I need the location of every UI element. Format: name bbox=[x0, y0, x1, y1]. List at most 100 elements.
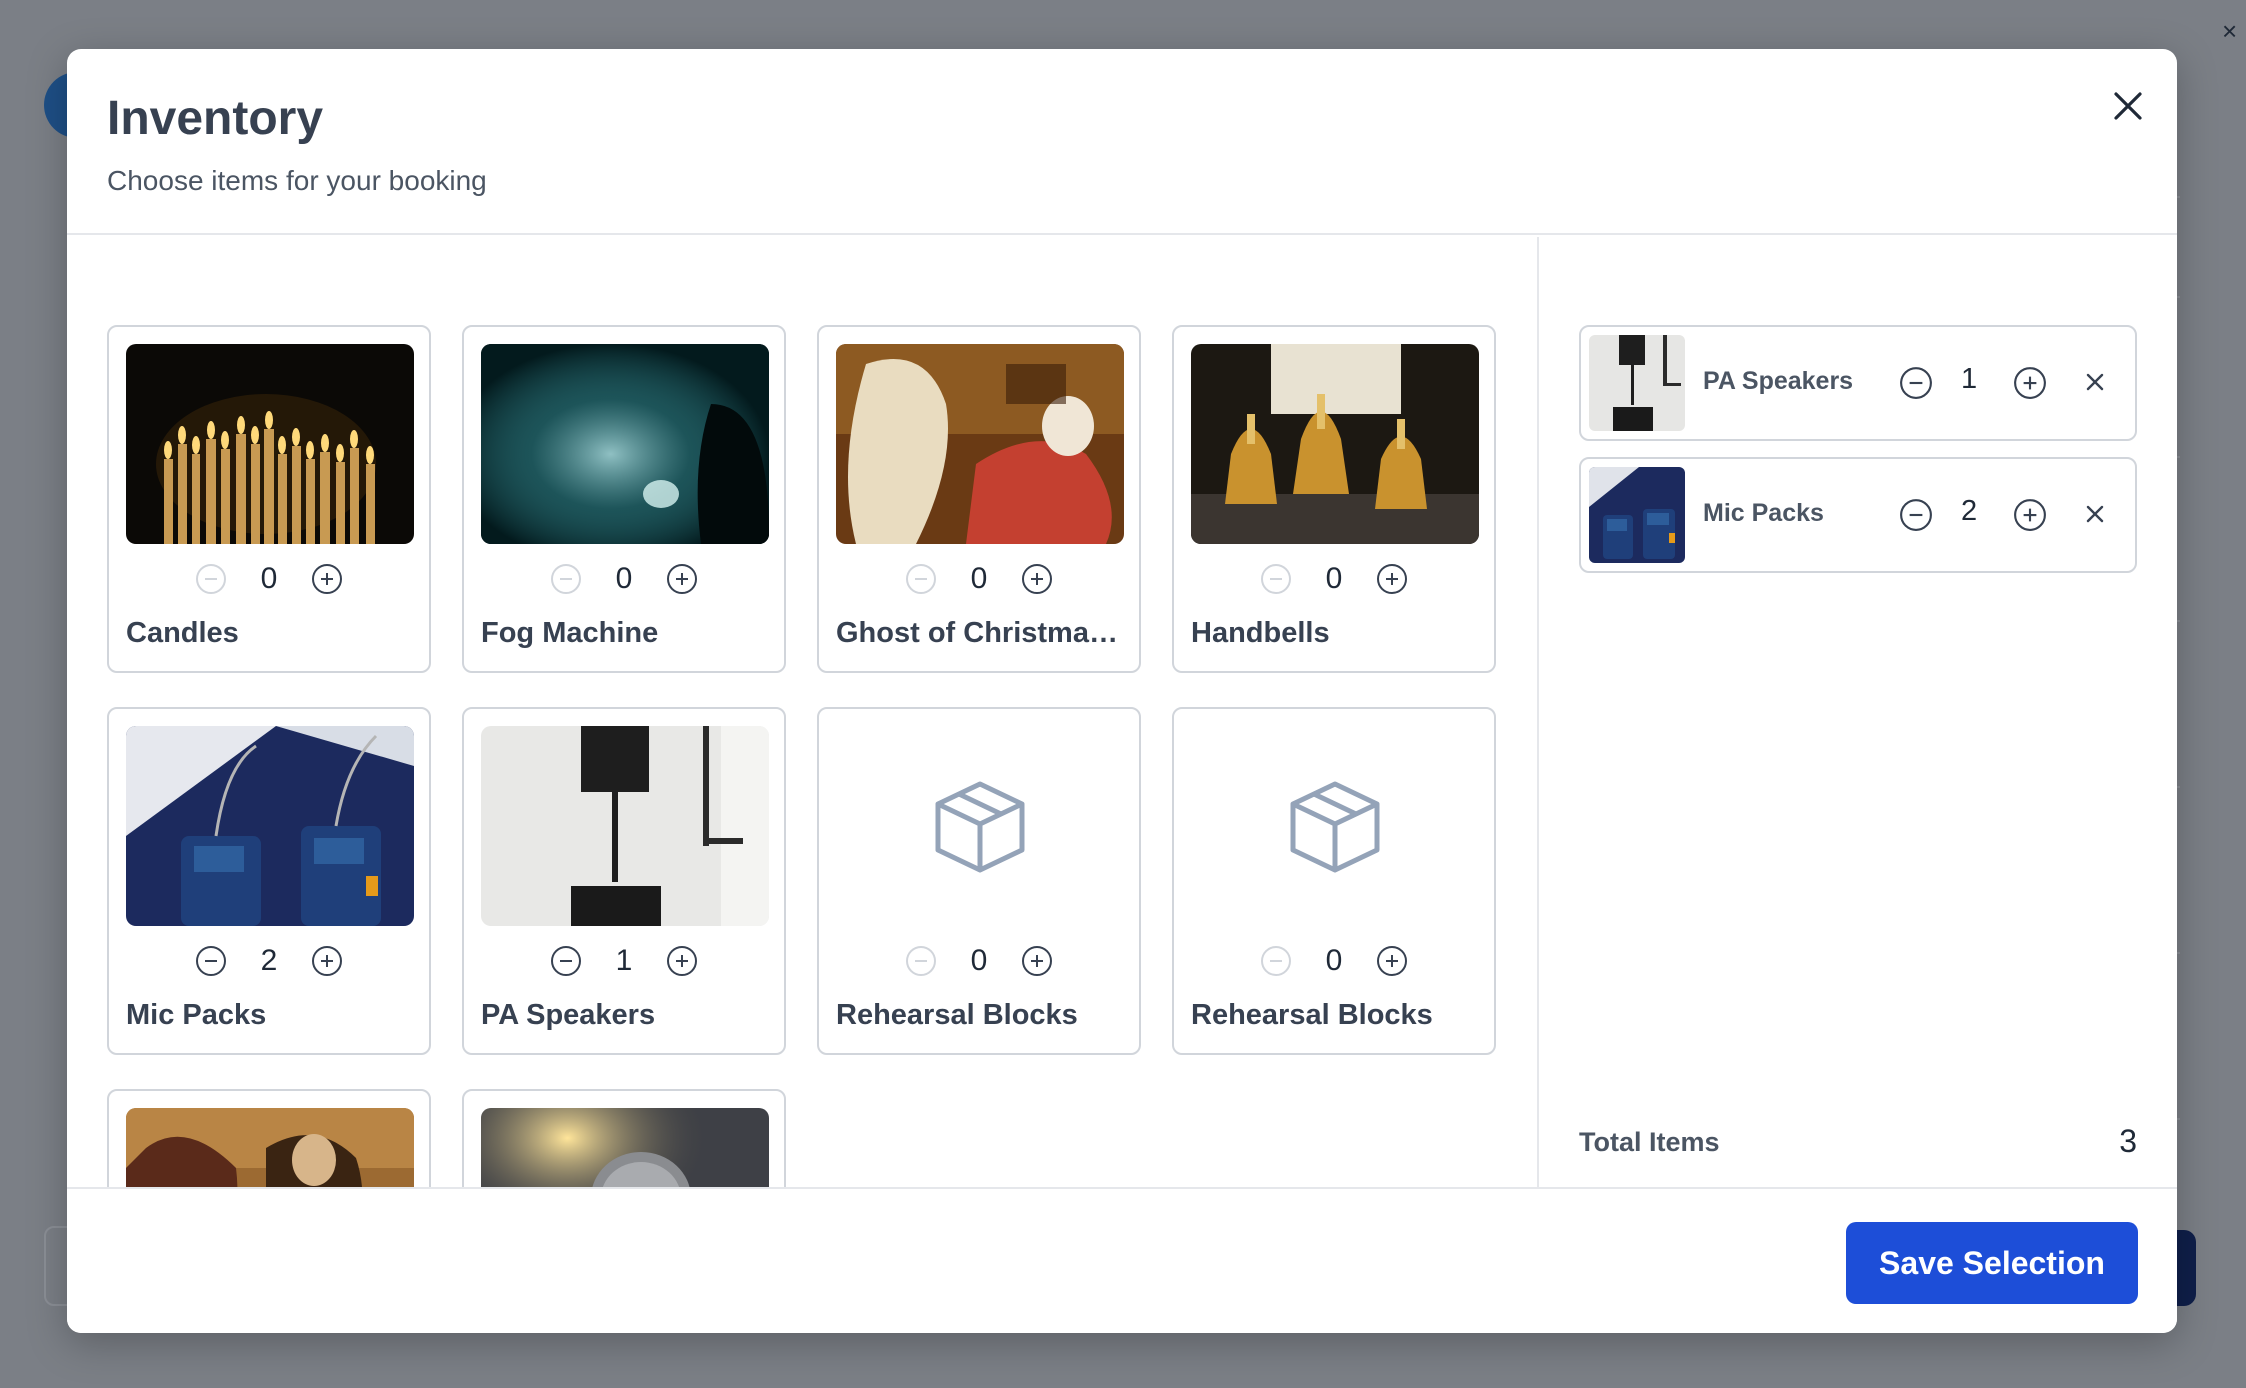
item-name: Mic Packs bbox=[126, 999, 267, 1031]
inventory-card-mic-packs[interactable]: 2 Mic Packs bbox=[107, 707, 431, 1055]
selected-item-name: PA Speakers bbox=[1703, 367, 1854, 395]
quantity-stepper: 0 bbox=[1174, 557, 1494, 601]
quantity-value: 0 bbox=[1325, 944, 1343, 977]
decrease-button[interactable] bbox=[1259, 944, 1293, 978]
quantity-value: 0 bbox=[260, 562, 278, 595]
inventory-card-pa-speakers[interactable]: 1 PA Speakers bbox=[462, 707, 786, 1055]
quantity-stepper: 0 bbox=[464, 557, 784, 601]
inventory-card-candles[interactable]: 0 Candles bbox=[107, 325, 431, 673]
selected-item-name: Mic Packs bbox=[1703, 499, 1824, 527]
decrease-button[interactable] bbox=[1259, 562, 1293, 596]
handbells-photo bbox=[1191, 344, 1479, 544]
box-icon bbox=[1290, 781, 1380, 873]
minus-circle-icon bbox=[196, 564, 226, 594]
item-name: Rehearsal Blocks bbox=[836, 999, 1078, 1031]
save-selection-button[interactable]: Save Selection bbox=[1846, 1222, 2138, 1304]
increase-button[interactable] bbox=[665, 562, 699, 596]
quantity-value: 2 bbox=[260, 944, 278, 977]
plus-circle-icon bbox=[1022, 946, 1052, 976]
inventory-modal: Inventory Choose items for your booking bbox=[67, 49, 2177, 1333]
modal-footer: Save Selection bbox=[67, 1187, 2177, 1333]
quantity-stepper: 1 bbox=[464, 939, 784, 983]
pa-speakers-photo bbox=[481, 726, 769, 926]
inventory-card-ghost-of-christmas[interactable]: 0 Ghost of Christmas... bbox=[817, 325, 1141, 673]
decrease-button[interactable] bbox=[904, 944, 938, 978]
plus-circle-icon bbox=[1022, 564, 1052, 594]
selected-item: Mic Packs 2 bbox=[1579, 457, 2137, 573]
minus-circle-icon bbox=[1261, 946, 1291, 976]
item-name: Rehearsal Blocks bbox=[1191, 999, 1433, 1031]
decrease-button[interactable] bbox=[904, 562, 938, 596]
minus-circle-icon bbox=[551, 564, 581, 594]
remove-item-button[interactable] bbox=[2081, 500, 2109, 533]
increase-button[interactable] bbox=[2013, 366, 2047, 400]
minus-circle-icon bbox=[906, 946, 936, 976]
plus-circle-icon bbox=[1377, 564, 1407, 594]
increase-button[interactable] bbox=[310, 944, 344, 978]
inventory-card-fog-machine[interactable]: 0 Fog Machine bbox=[462, 325, 786, 673]
inventory-card-microphone[interactable] bbox=[462, 1089, 786, 1187]
decrease-button[interactable] bbox=[1899, 366, 1933, 400]
background-close-icon: × bbox=[2222, 16, 2238, 46]
plus-circle-icon bbox=[667, 564, 697, 594]
inventory-grid: 0 Candles 0 Fog Machine 0 Ghost of Chris… bbox=[67, 237, 1537, 1187]
minus-circle-icon bbox=[196, 946, 226, 976]
quantity-value: 0 bbox=[970, 944, 988, 977]
increase-button[interactable] bbox=[665, 944, 699, 978]
close-button[interactable] bbox=[2095, 73, 2161, 139]
remove-item-button[interactable] bbox=[2081, 368, 2109, 401]
minus-circle-icon bbox=[1900, 499, 1932, 531]
decrease-button[interactable] bbox=[194, 944, 228, 978]
microphone-photo bbox=[481, 1108, 769, 1187]
selected-item-quantity: 2 bbox=[1961, 495, 1978, 527]
selection-sidebar: PA Speakers 1 Mic Packs 2 Total Items 3 bbox=[1537, 237, 2177, 1187]
decrease-button[interactable] bbox=[549, 562, 583, 596]
minus-circle-icon bbox=[906, 564, 936, 594]
inventory-card-rehearsal-blocks-2[interactable]: 0 Rehearsal Blocks bbox=[1172, 707, 1496, 1055]
increase-button[interactable] bbox=[1020, 562, 1054, 596]
plus-circle-icon bbox=[312, 946, 342, 976]
item-name: Candles bbox=[126, 617, 239, 649]
inventory-card-rehearsal-blocks[interactable]: 0 Rehearsal Blocks bbox=[817, 707, 1141, 1055]
increase-button[interactable] bbox=[1375, 562, 1409, 596]
selected-item: PA Speakers 1 bbox=[1579, 325, 2137, 441]
close-icon bbox=[2114, 92, 2142, 120]
decrease-button[interactable] bbox=[1899, 498, 1933, 532]
box-icon bbox=[935, 781, 1025, 873]
pa-speakers-thumbnail bbox=[1589, 335, 1685, 431]
increase-button[interactable] bbox=[1375, 944, 1409, 978]
quantity-stepper: 2 bbox=[109, 939, 429, 983]
increase-button[interactable] bbox=[1020, 944, 1054, 978]
item-name: Fog Machine bbox=[481, 617, 659, 649]
decrease-button[interactable] bbox=[549, 944, 583, 978]
minus-circle-icon bbox=[1900, 367, 1932, 399]
inventory-card-scrooge[interactable] bbox=[107, 1089, 431, 1187]
quantity-stepper: 0 bbox=[1174, 939, 1494, 983]
fog-machine-photo bbox=[481, 344, 769, 544]
candles-photo bbox=[126, 344, 414, 544]
quantity-value: 0 bbox=[1325, 562, 1343, 595]
minus-circle-icon bbox=[1261, 564, 1291, 594]
close-icon bbox=[2086, 505, 2104, 523]
minus-circle-icon bbox=[551, 946, 581, 976]
box-icon-container bbox=[1191, 726, 1479, 926]
close-icon bbox=[2086, 373, 2104, 391]
decrease-button[interactable] bbox=[194, 562, 228, 596]
selected-item-quantity: 1 bbox=[1961, 363, 1978, 395]
quantity-stepper: 0 bbox=[109, 557, 429, 601]
modal-title: Inventory bbox=[107, 92, 324, 145]
increase-button[interactable] bbox=[310, 562, 344, 596]
mic-packs-thumbnail bbox=[1589, 467, 1685, 563]
inventory-card-handbells[interactable]: 0 Handbells bbox=[1172, 325, 1496, 673]
plus-circle-icon bbox=[2014, 367, 2046, 399]
total-items-label: Total Items bbox=[1579, 1127, 1720, 1157]
total-items-value: 3 bbox=[2119, 1123, 2137, 1159]
increase-button[interactable] bbox=[2013, 498, 2047, 532]
box-icon-container bbox=[836, 726, 1124, 926]
item-name: PA Speakers bbox=[481, 999, 656, 1031]
quantity-stepper: 0 bbox=[819, 939, 1139, 983]
item-name: Ghost of Christmas... bbox=[836, 617, 1126, 649]
quantity-value: 1 bbox=[615, 944, 633, 977]
ghost-painting-photo bbox=[836, 344, 1124, 544]
modal-header: Inventory Choose items for your booking bbox=[67, 49, 2177, 235]
